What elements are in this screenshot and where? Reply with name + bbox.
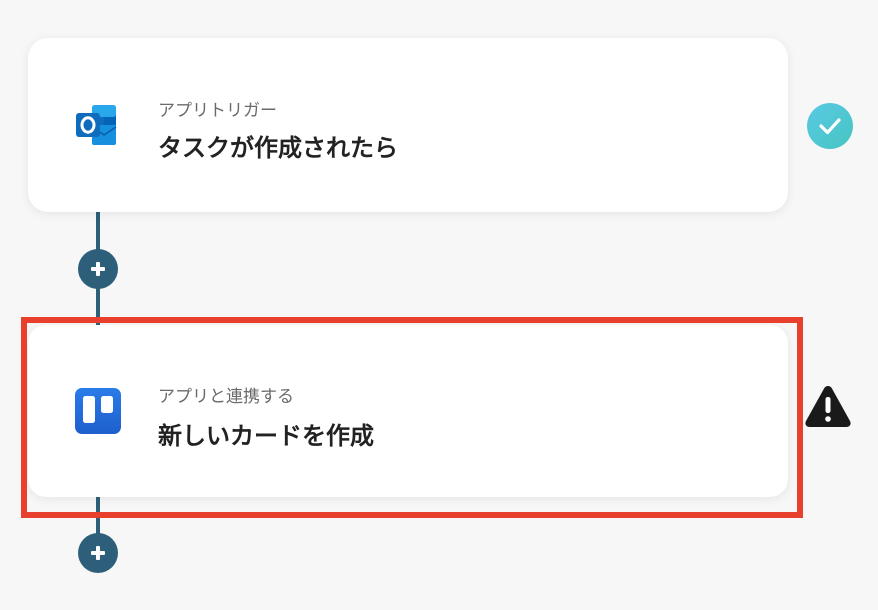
step-type-label: アプリと連携する [158,387,294,407]
add-step-button[interactable] [78,249,118,289]
step-complete-badge [807,103,853,149]
flow-connector-line [96,497,100,537]
step-title: 新しいカードを作成 [158,422,374,450]
warning-icon [805,386,851,427]
check-icon [819,118,841,135]
action-step-card[interactable]: アプリと連携する 新しいカードを作成 [28,325,788,497]
trigger-step-card[interactable]: アプリトリガー タスクが作成されたら [28,38,788,212]
trello-icon [75,388,121,434]
step-type-label: アプリトリガー [158,101,277,121]
step-title: タスクが作成されたら [158,134,398,162]
add-step-button[interactable] [78,533,118,573]
outlook-icon [76,105,117,145]
